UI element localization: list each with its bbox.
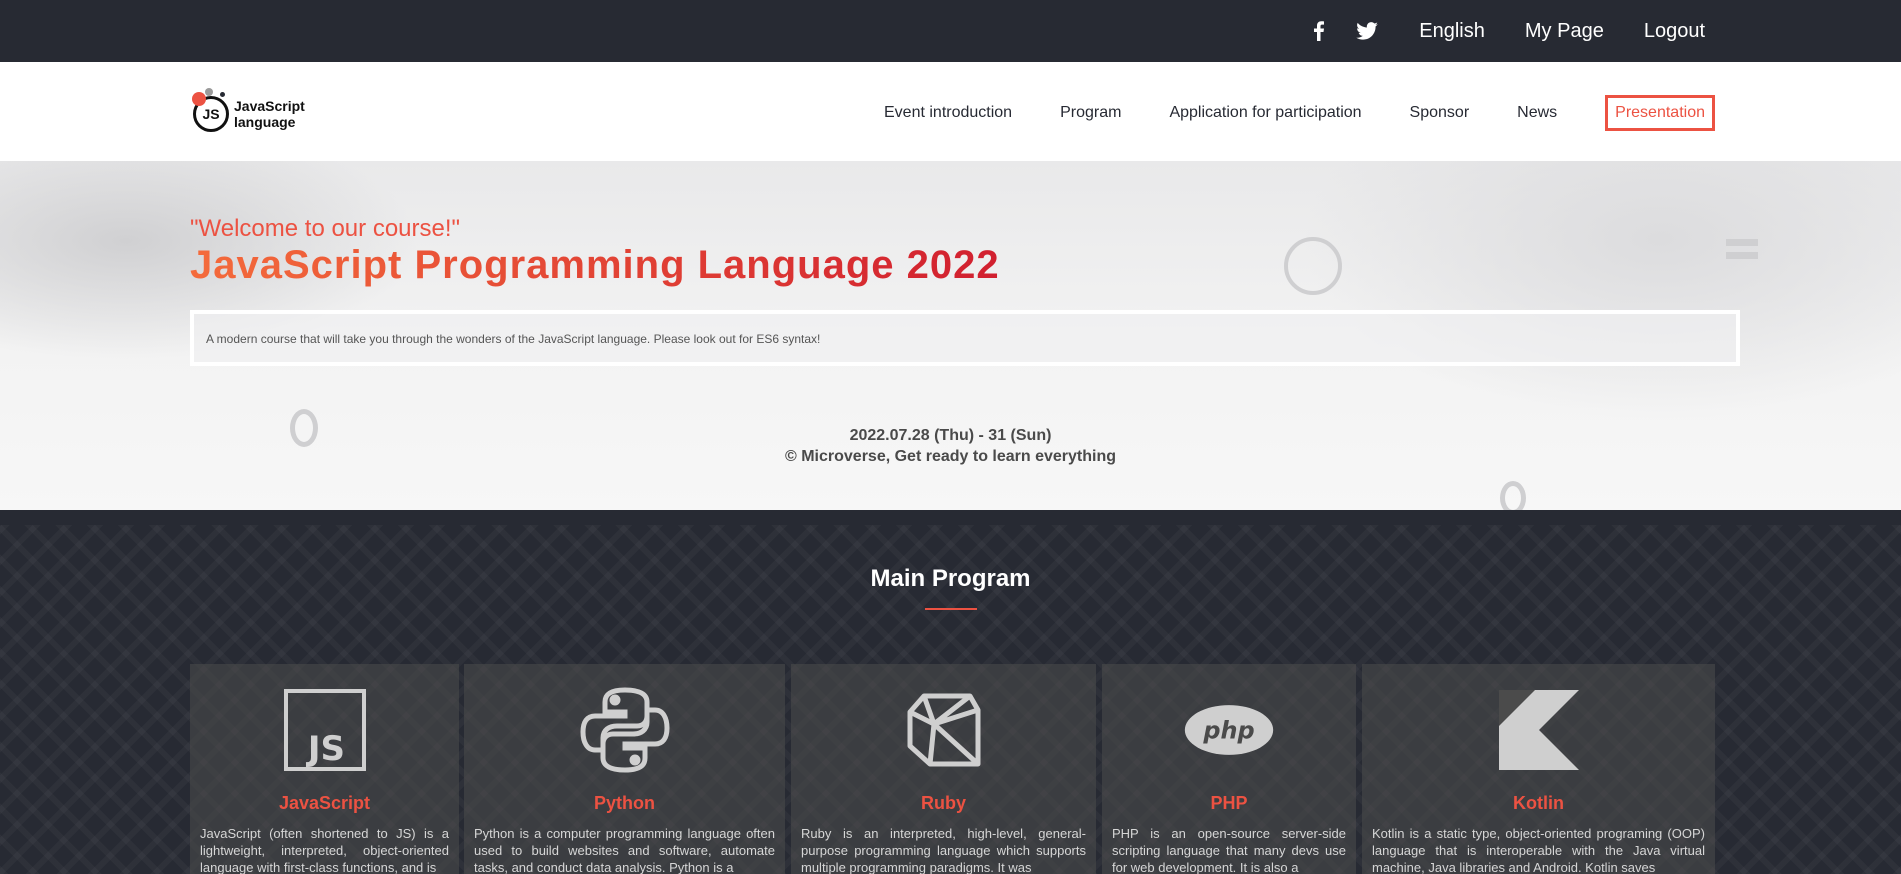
program-card-description: Kotlin is a static type, object-oriented… xyxy=(1372,826,1705,874)
logout-link[interactable]: Logout xyxy=(1644,20,1705,43)
logo-text-line2: language xyxy=(234,114,296,130)
main-header: JS JavaScript language Event introductio… xyxy=(0,62,1901,161)
top-bar: English My Page Logout xyxy=(0,0,1901,62)
nav-program[interactable]: Program xyxy=(1060,104,1121,122)
section-title-underline xyxy=(925,608,977,610)
logo-dot-red xyxy=(192,92,206,106)
program-card-title: Python xyxy=(594,793,655,813)
facebook-icon[interactable] xyxy=(1307,19,1331,43)
program-card-description: PHP is an open-source server-side script… xyxy=(1112,826,1346,874)
nav-news[interactable]: News xyxy=(1517,104,1557,122)
python-icon xyxy=(579,686,671,774)
php-icon: php xyxy=(1183,686,1275,774)
dollar-decoration-icon xyxy=(1284,237,1342,295)
hero-welcome-text: "Welcome to our course!" xyxy=(190,215,461,242)
my-page-link[interactable]: My Page xyxy=(1525,20,1604,43)
program-card-ruby[interactable]: Ruby Ruby is an interpreted, high-level,… xyxy=(791,664,1096,874)
hero-background-shape xyxy=(1300,161,1901,421)
hero-section: "Welcome to our course!" JavaScript Prog… xyxy=(0,161,1901,510)
program-card-title: PHP xyxy=(1210,793,1248,813)
ruby-icon xyxy=(898,686,990,774)
nav-presentation-button[interactable]: Presentation xyxy=(1605,95,1715,131)
section-title: Main Program xyxy=(870,565,1031,592)
program-card-title: JavaScript xyxy=(278,793,371,813)
svg-text:JS: JS xyxy=(305,729,344,769)
nav-sponsor[interactable]: Sponsor xyxy=(1410,104,1470,122)
program-card-php[interactable]: php PHP PHP is an open-source server-sid… xyxy=(1102,664,1356,874)
event-date: 2022.07.28 (Thu) - 31 (Sun) xyxy=(849,427,1052,444)
hero-description: A modern course that will take you throu… xyxy=(206,332,821,346)
program-card-kotlin[interactable]: Kotlin Kotlin is a static type, object-o… xyxy=(1362,664,1715,874)
program-card-description: Ruby is an interpreted, high-level, gene… xyxy=(801,826,1086,874)
program-card-javascript[interactable]: JS JavaScript JavaScript (often shortene… xyxy=(190,664,459,874)
main-program-section: Main Program JS JavaScript JavaScript (o… xyxy=(0,525,1901,874)
logo-text-line1: JavaScript xyxy=(234,98,305,114)
event-copyright: © Microverse, Get ready to learn everyth… xyxy=(784,448,1117,465)
program-card-title: Kotlin xyxy=(1513,793,1564,813)
nav-event-introduction[interactable]: Event introduction xyxy=(884,104,1012,122)
program-card-title: Ruby xyxy=(921,793,966,813)
logo-text: JavaScript language xyxy=(234,98,305,130)
equals-decoration-icon xyxy=(1726,239,1758,259)
program-card-description: Python is a computer programming languag… xyxy=(474,826,775,874)
js-icon: JS xyxy=(279,686,371,774)
logo-dot-grey xyxy=(205,88,213,96)
hero-description-box: A modern course that will take you throu… xyxy=(190,310,1740,366)
kotlin-icon xyxy=(1493,686,1585,774)
logo-dot-dark xyxy=(220,92,225,97)
program-card-description: JavaScript (often shortened to JS) is a … xyxy=(200,826,449,874)
language-link[interactable]: English xyxy=(1419,20,1485,43)
site-logo[interactable]: JS JavaScript language xyxy=(190,86,320,138)
nav-application[interactable]: Application for participation xyxy=(1169,104,1361,122)
main-nav: Event introduction Program Application f… xyxy=(836,95,1715,131)
hero-title: JavaScript Programming Language 2022 xyxy=(190,243,1000,287)
svg-text:php: php xyxy=(1202,716,1254,744)
zero-decoration-icon xyxy=(1500,481,1526,510)
top-links: English My Page Logout xyxy=(1307,0,1705,62)
program-card-python[interactable]: Python Python is a computer programming … xyxy=(464,664,785,874)
twitter-icon[interactable] xyxy=(1355,19,1379,43)
